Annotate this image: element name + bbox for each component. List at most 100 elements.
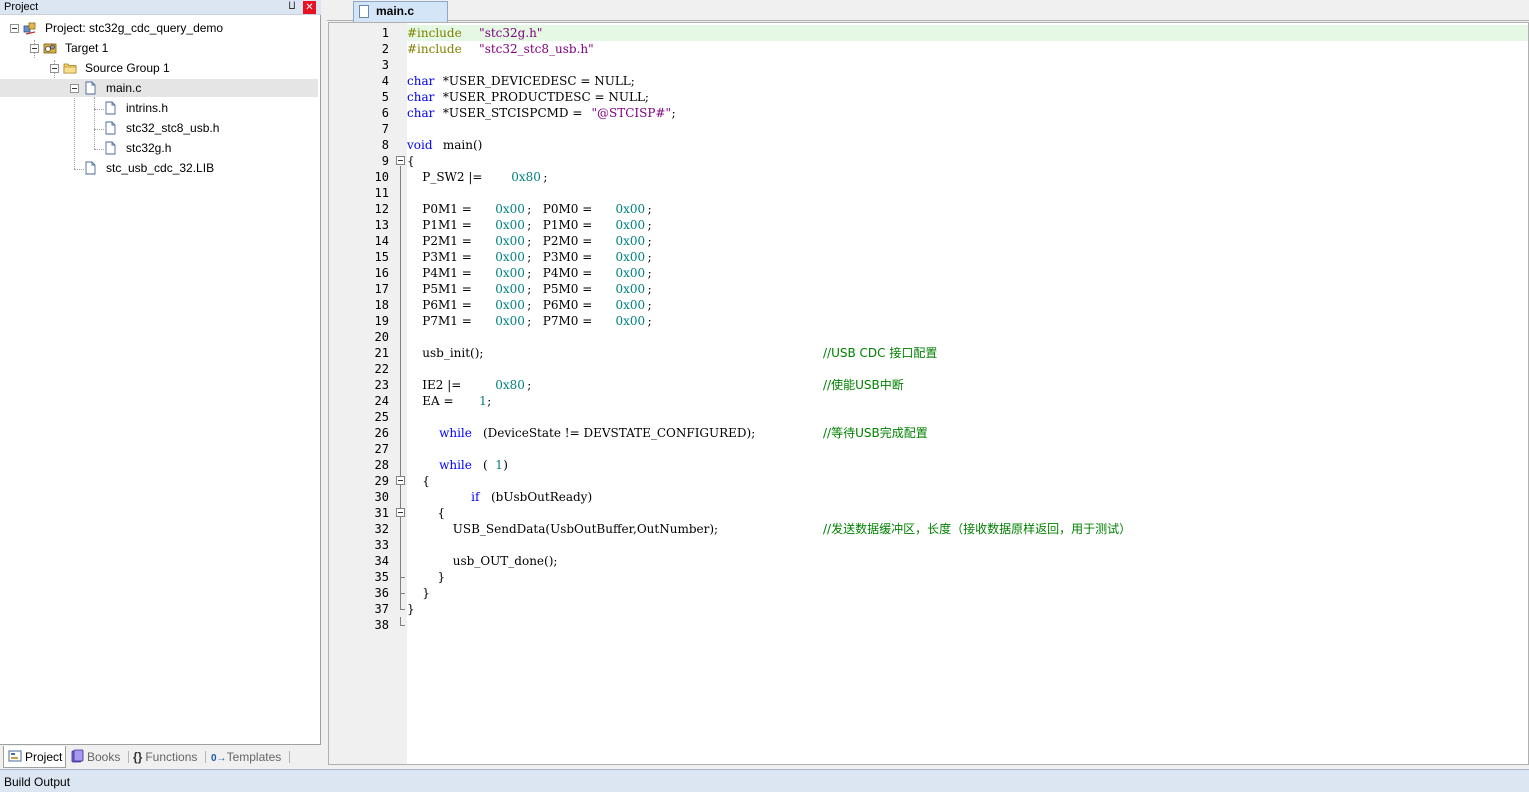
editor-tab-strip: main.c [327,0,1529,22]
line-number: 28 [374,458,389,472]
code-line[interactable]: P0M1 = 0x00; P0M0 = 0x00; [407,201,1528,217]
collapse-toggle-icon[interactable] [70,84,79,93]
tab-main-c-label: main.c [376,4,415,18]
tree-item-label: stc32_stc8_usb.h [126,121,220,135]
code-line[interactable] [407,329,1528,345]
line-number: 15 [374,250,389,264]
close-icon[interactable]: ✕ [303,1,316,14]
code-token-num: 0x00 [495,298,525,312]
code-line[interactable]: { [407,153,1528,169]
code-line[interactable] [407,617,1528,633]
code-line[interactable] [407,537,1528,553]
code-line[interactable] [407,361,1528,377]
code-token-num: 0x00 [615,234,646,248]
collapse-toggle-icon[interactable] [30,44,39,53]
tree-item-project[interactable]: Project: stc32g_cdc_query_demo [0,19,320,37]
tree-item-lib-file[interactable]: stc_usb_cdc_32.LIB [0,159,320,177]
fold-toggle-icon[interactable] [396,476,405,485]
code-lines[interactable]: #include "stc32g.h" #include "stc32_stc8_… [407,23,1528,764]
code-line[interactable]: { [407,473,1528,489]
code-line[interactable]: void main() [407,137,1528,153]
code-line[interactable]: char *USER_STCISPCMD = "@STCISP#"; [407,105,1528,121]
code-token-num: 0x00 [615,282,646,296]
code-line[interactable] [407,121,1528,137]
tab-label: Books [87,750,121,764]
code-comment: //USB CDC 接口配置 [823,346,938,360]
fold-end-marker [400,577,405,578]
code-line[interactable]: P7M1 = 0x00; P7M0 = 0x00; [407,313,1528,329]
line-number: 4 [381,74,389,88]
tree-item-label: Source Group 1 [85,61,170,75]
project-panel-title-bar: Project ⨿ ✕ [0,0,321,15]
code-line[interactable]: EA = 1; [407,393,1528,409]
code-editor[interactable]: 1 2 3 4 5 6 7 8 9 10 11 12 13 14 15 16 17 18 19 20 21 22 23 24 2… [328,22,1529,765]
tree-item-main-c[interactable]: main.c [0,79,318,97]
code-line[interactable] [407,185,1528,201]
code-token-plain: P0M1 = [407,202,476,216]
code-token-plain: ; [647,266,652,280]
tree-item-stc32-stc8-usb-h[interactable]: stc32_stc8_usb.h [0,119,320,137]
tree-item-intrins-h[interactable]: intrins.h [0,99,320,117]
code-line[interactable]: char *USER_PRODUCTDESC = NULL; [407,89,1528,105]
code-line[interactable]: P3M1 = 0x00; P3M0 = 0x00; [407,249,1528,265]
code-line[interactable]: P_SW2 |= 0x80; [407,169,1528,185]
project-panel: Project ⨿ ✕ Project: stc32g_cdc_query_de… [0,0,321,769]
build-output-panel[interactable]: Build Output [0,769,1529,792]
tree-item-source-group[interactable]: Source Group 1 [0,59,320,77]
code-line[interactable]: P6M1 = 0x00; P6M0 = 0x00; [407,297,1528,313]
tab-label: Project [25,750,63,764]
code-line[interactable]: IE2 |= 0x80; //使能USB中断 [407,377,1528,393]
code-line[interactable]: P5M1 = 0x00; P5M0 = 0x00; [407,281,1528,297]
code-token-num: 0x00 [615,298,646,312]
code-line[interactable]: char *USER_DEVICEDESC = NULL; [407,73,1528,89]
fold-toggle-icon[interactable] [396,508,405,517]
tree-item-stc32g-h[interactable]: stc32g.h [0,139,320,157]
code-token-plain: usb_init(); [407,346,484,360]
templates-icon: 0→ [211,753,227,764]
code-line[interactable]: } [407,569,1528,585]
tab-functions[interactable]: {} Functions [133,746,206,768]
code-line[interactable] [407,57,1528,73]
fold-toggle-icon[interactable] [396,156,405,165]
collapse-toggle-icon[interactable] [10,24,19,33]
code-token-num: 1 [479,394,487,408]
tab-main-c[interactable]: main.c [353,1,448,22]
code-line[interactable]: } [407,601,1528,617]
code-token-plain: (DeviceState != DEVSTATE_CONFIGURED); [479,426,756,440]
folder-icon [63,63,77,74]
line-number-gutter[interactable]: 1 2 3 4 5 6 7 8 9 10 11 12 13 14 15 16 17 18 19 20 21 22 23 24 2… [329,23,407,764]
code-line[interactable]: if (bUsbOutReady) [407,489,1528,505]
code-token-num: 0x00 [615,202,646,216]
code-line[interactable]: { [407,505,1528,521]
code-token-str: "@STCISP#" [591,106,671,120]
code-line[interactable]: P2M1 = 0x00; P2M0 = 0x00; [407,233,1528,249]
tree-item-label: Target 1 [65,41,109,55]
code-token-num: 0x00 [615,314,646,328]
code-line[interactable]: P4M1 = 0x00; P4M0 = 0x00; [407,265,1528,281]
fold-guide [400,617,401,625]
code-line[interactable] [407,441,1528,457]
tab-separator [128,751,129,763]
line-number: 3 [381,58,389,72]
code-line[interactable]: #include "stc32g.h" [407,25,1528,41]
code-token-plain: ; P3M0 = [527,250,597,264]
code-line[interactable]: #include "stc32_stc8_usb.h" [407,41,1528,57]
code-line[interactable] [407,409,1528,425]
tab-templates[interactable]: 0→Templates [211,746,291,768]
collapse-toggle-icon[interactable] [50,64,59,73]
code-line[interactable]: usb_init(); //USB CDC 接口配置 [407,345,1528,361]
tab-separator [289,751,290,763]
code-line[interactable]: } [407,585,1528,601]
tree-item-target[interactable]: Target 1 [0,39,320,57]
code-line[interactable]: while (1) [407,457,1528,473]
pin-icon[interactable]: ⨿ [286,1,298,13]
tab-books[interactable]: Books [70,746,129,768]
project-icon [23,22,36,35]
line-number: 35 [374,570,389,584]
code-line[interactable]: P1M1 = 0x00; P1M0 = 0x00; [407,217,1528,233]
code-line[interactable]: usb_OUT_done(); [407,553,1528,569]
code-line[interactable]: while (DeviceState != DEVSTATE_CONFIGURE… [407,425,1528,441]
code-line[interactable]: USB_SendData(UsbOutBuffer,OutNumber); //发… [407,521,1528,537]
line-number: 8 [381,138,389,152]
tab-project[interactable]: Project [3,746,66,768]
